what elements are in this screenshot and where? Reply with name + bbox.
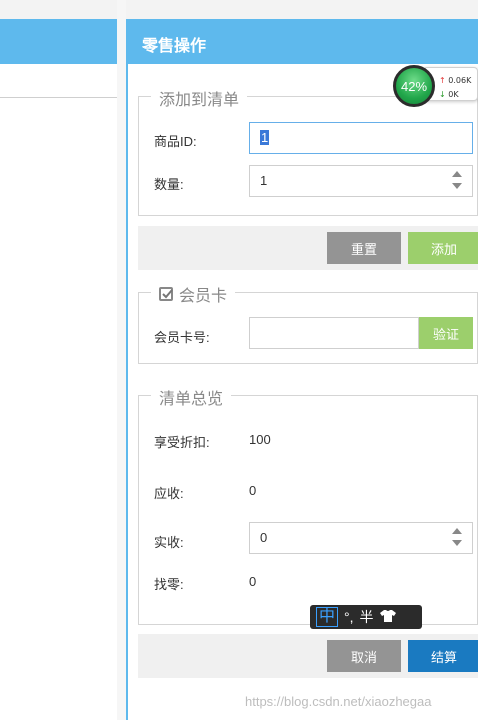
memory-usage-circle[interactable]: 42%: [393, 65, 435, 107]
left-panel: [0, 0, 117, 720]
verify-button[interactable]: 验证: [419, 317, 473, 349]
right-top-strip: [126, 0, 478, 19]
left-panel-header: [0, 19, 117, 64]
checkout-button[interactable]: 结算: [408, 640, 478, 672]
receivable-value: 0: [249, 483, 257, 498]
cancel-button[interactable]: 取消: [327, 640, 401, 672]
member-card-input[interactable]: [249, 317, 419, 349]
add-to-list-fieldset: 添加到清单 商品ID: 1 数量: 1: [138, 86, 478, 216]
list-summary-legend: 清单总览: [151, 385, 232, 409]
left-panel-divider: [0, 97, 117, 98]
add-actions-bar: 重置 添加: [138, 226, 478, 270]
member-card-fieldset: 会员卡 会员卡号: 验证: [138, 282, 478, 364]
ime-mode-indicator[interactable]: 中: [316, 607, 339, 627]
upload-speed: ↑ 0.06K: [439, 76, 472, 85]
reset-button[interactable]: 重置: [327, 232, 401, 264]
download-speed: ↓ 0K: [439, 90, 459, 99]
download-arrow-icon: ↓: [439, 90, 446, 99]
quantity-stepper[interactable]: 1: [249, 165, 473, 197]
paid-spinner-icon[interactable]: [452, 528, 462, 548]
network-speed-widget[interactable]: ↑ 0.06K ↓ 0K 42%: [393, 65, 478, 107]
paid-value: 0: [260, 530, 268, 545]
quantity-label: 数量:: [154, 177, 184, 192]
product-id-label: 商品ID:: [154, 134, 197, 149]
discount-label: 享受折扣:: [154, 435, 210, 450]
add-to-list-legend: 添加到清单: [151, 86, 248, 110]
checkout-actions-bar: 取消 结算: [138, 634, 478, 678]
left-top-strip: [0, 0, 117, 19]
discount-value: 100: [249, 432, 271, 447]
paid-label: 实收:: [154, 535, 184, 550]
product-id-input[interactable]: 1: [249, 122, 473, 154]
ime-skin-icon[interactable]: [379, 609, 396, 626]
receivable-label: 应收:: [154, 486, 184, 501]
list-summary-fieldset: 清单总览 享受折扣: 100 应收: 0 实收: 0 找零: 0: [138, 385, 478, 625]
member-card-legend[interactable]: 会员卡: [151, 282, 236, 306]
upload-arrow-icon: ↑: [439, 76, 446, 85]
paid-stepper[interactable]: 0: [249, 522, 473, 554]
watermark: https://blog.csdn.net/xiaozhegaa: [245, 694, 432, 709]
panel-gap: [117, 0, 126, 720]
panel-header: 零售操作: [128, 19, 478, 64]
ime-punctuation[interactable]: °,: [344, 609, 354, 625]
quantity-spinner-icon[interactable]: [452, 171, 462, 191]
panel-title: 零售操作: [142, 38, 207, 55]
add-button[interactable]: 添加: [408, 232, 478, 264]
quantity-value: 1: [260, 173, 268, 188]
change-label: 找零:: [154, 577, 184, 592]
change-value: 0: [249, 574, 257, 589]
retail-panel: 零售操作 添加到清单 商品ID: 1 数量: 1 重置 添加 会员卡 会员卡号:: [126, 19, 478, 720]
ime-width[interactable]: 半: [360, 607, 374, 627]
member-card-label: 会员卡号:: [154, 330, 210, 345]
ime-toolbar[interactable]: 中 °, 半: [310, 605, 422, 629]
checkbox-checked-icon[interactable]: [159, 287, 173, 301]
product-id-value: 1: [260, 130, 270, 145]
